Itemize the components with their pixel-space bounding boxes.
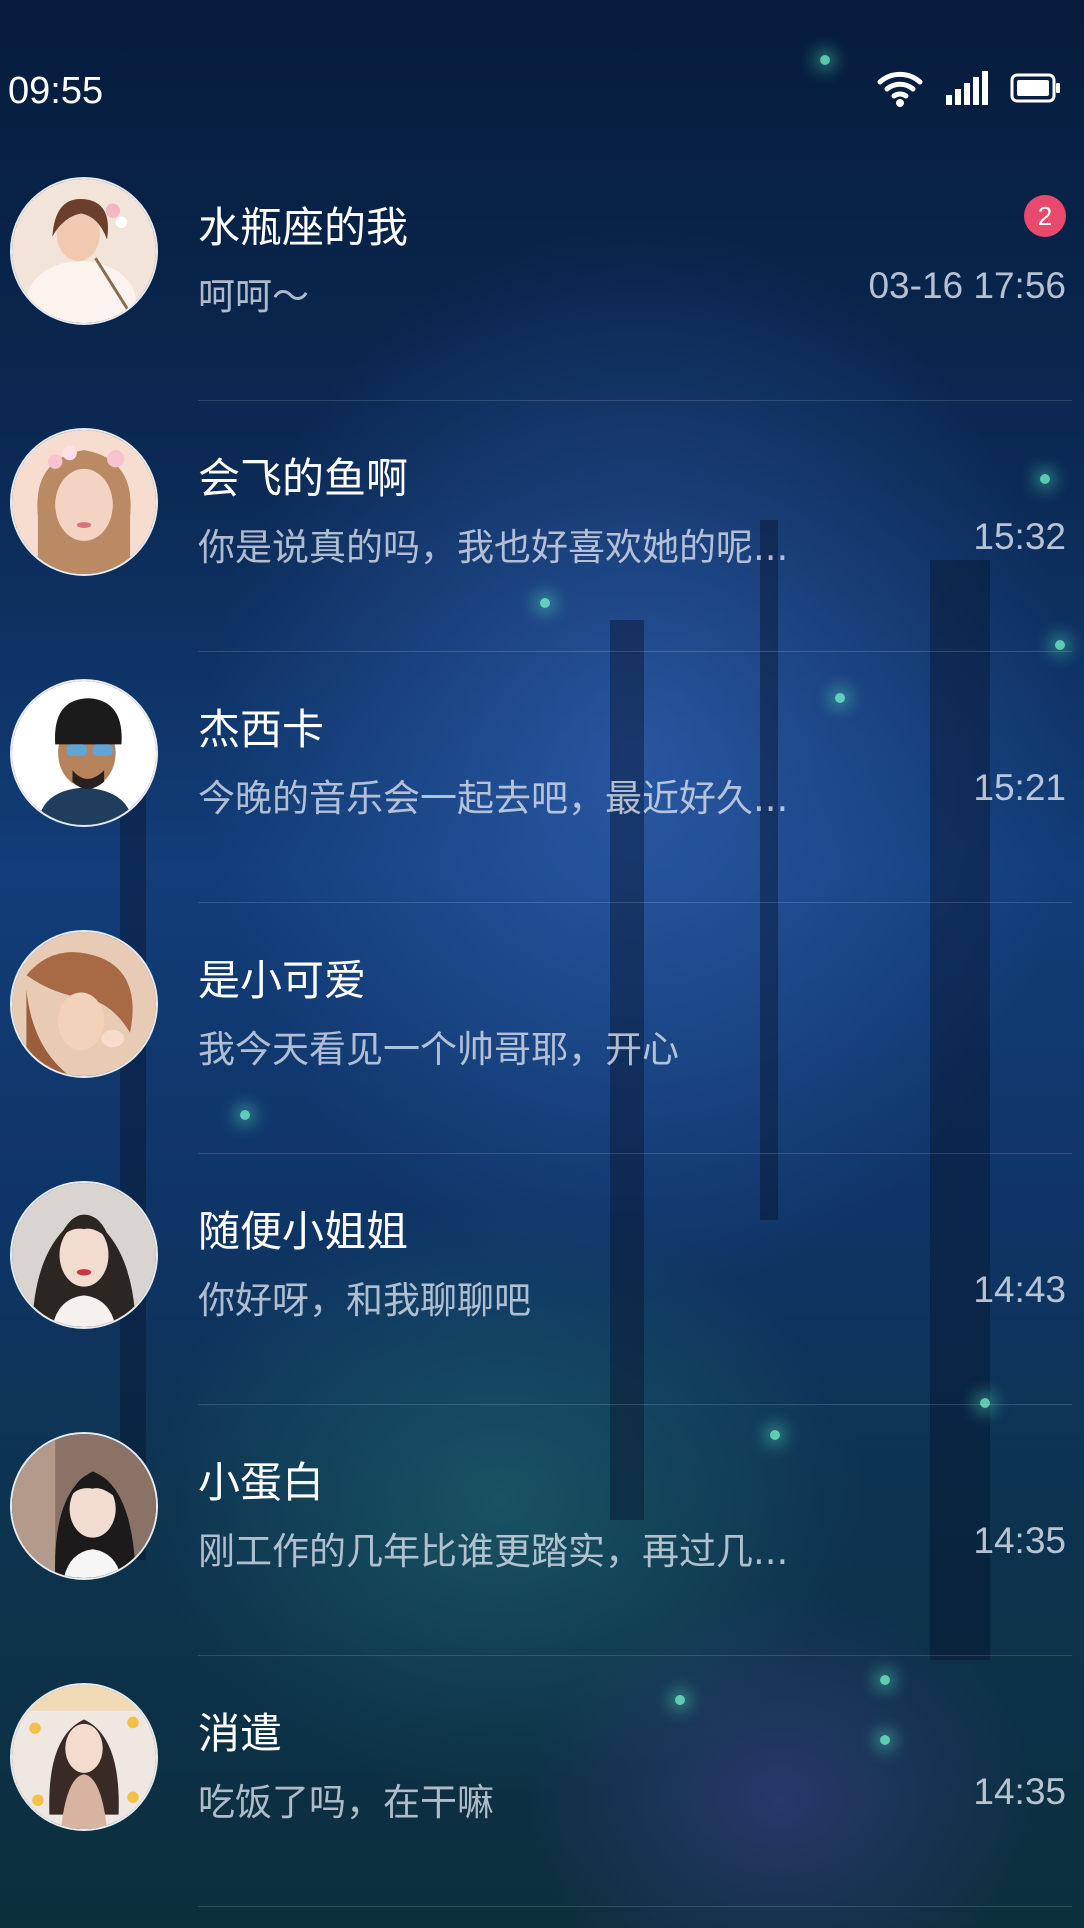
avatar[interactable]	[10, 679, 158, 827]
message-preview: 刚工作的几年比谁更踏实，再过几...	[198, 1530, 789, 1573]
message-time: 14:35	[973, 1520, 1066, 1561]
unread-badge: 2	[1024, 195, 1066, 237]
conversation-list: 水瓶座的我 呵呵～ 2 03-16 17:56 会飞的鱼啊 你是说真的吗，我也好…	[0, 150, 1084, 1907]
conversation-item[interactable]: 会飞的鱼啊 你是说真的吗，我也好喜欢她的呢... 15:32	[0, 401, 1084, 652]
contact-name: 随便小姐姐	[198, 1207, 409, 1256]
contact-name: 是小可爱	[198, 956, 367, 1005]
avatar-photo-4	[12, 932, 156, 1076]
contact-name: 杰西卡	[198, 705, 325, 754]
avatar-photo-5	[12, 1183, 156, 1327]
message-preview: 吃饭了吗，在干嘛	[198, 1781, 494, 1824]
divider	[198, 1906, 1072, 1907]
avatar-photo-7	[12, 1685, 156, 1829]
message-time: 15:32	[973, 516, 1066, 557]
message-time: 15:21	[973, 767, 1066, 808]
avatar[interactable]	[10, 1683, 158, 1831]
avatar-photo-1	[12, 179, 156, 323]
contact-name: 小蛋白	[198, 1458, 325, 1507]
message-time: 03-16 17:56	[868, 265, 1066, 306]
conversation-item[interactable]: 随便小姐姐 你好呀，和我聊聊吧 14:43	[0, 1154, 1084, 1405]
conversation-item[interactable]: 小蛋白 刚工作的几年比谁更踏实，再过几... 14:35	[0, 1405, 1084, 1656]
contact-name: 水瓶座的我	[198, 203, 409, 252]
message-preview: 今晚的音乐会一起去吧，最近好久...	[198, 777, 789, 820]
avatar[interactable]	[10, 177, 158, 325]
status-icons	[876, 68, 1062, 108]
message-preview: 呵呵～	[198, 275, 309, 318]
conversation-item[interactable]: 是小可爱 我今天看见一个帅哥耶，开心	[0, 903, 1084, 1154]
contact-name: 会飞的鱼啊	[198, 454, 409, 503]
message-preview: 你好呀，和我聊聊吧	[198, 1279, 531, 1322]
avatar[interactable]	[10, 428, 158, 576]
message-preview: 你是说真的吗，我也好喜欢她的呢...	[198, 526, 789, 569]
wifi-icon	[876, 68, 924, 108]
battery-icon	[1010, 73, 1062, 103]
conversation-item[interactable]: 消遣 吃饭了吗，在干嘛 14:35	[0, 1656, 1084, 1907]
signal-icon	[946, 71, 988, 105]
conversation-item[interactable]: 杰西卡 今晚的音乐会一起去吧，最近好久... 15:21	[0, 652, 1084, 903]
message-time: 14:35	[973, 1771, 1066, 1812]
avatar-photo-3	[12, 681, 156, 825]
status-time: 09:55	[8, 70, 104, 112]
status-bar: 09:55	[0, 0, 1084, 150]
message-time: 14:43	[973, 1269, 1066, 1310]
avatar[interactable]	[10, 1432, 158, 1580]
avatar[interactable]	[10, 930, 158, 1078]
avatar[interactable]	[10, 1181, 158, 1329]
avatar-photo-2	[12, 430, 156, 574]
message-preview: 我今天看见一个帅哥耶，开心	[198, 1028, 679, 1071]
conversation-item[interactable]: 水瓶座的我 呵呵～ 2 03-16 17:56	[0, 150, 1084, 401]
contact-name: 消遣	[198, 1709, 283, 1758]
avatar-photo-6	[12, 1434, 156, 1578]
